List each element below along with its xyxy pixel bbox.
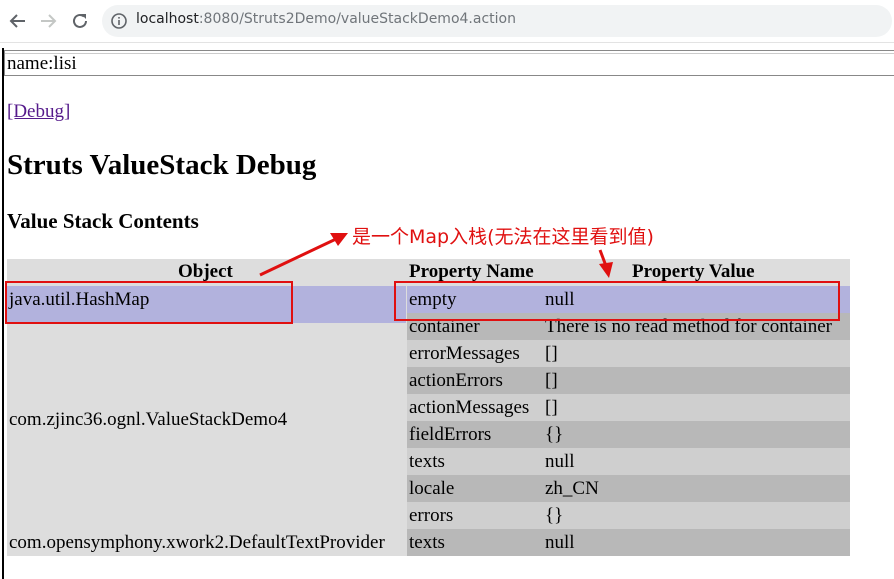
- header-property-name: Property Name: [409, 261, 534, 282]
- url-host: localhost: [136, 11, 199, 27]
- section-title: Value Stack Contents: [7, 209, 199, 233]
- address-bar[interactable]: localhost:8080/Struts2Demo/valueStackDem…: [102, 5, 892, 37]
- reload-icon: [73, 13, 87, 28]
- object-name: com.opensymphony.xwork2.DefaultTextProvi…: [9, 532, 385, 553]
- property-name: locale: [409, 478, 455, 499]
- name-line: name:lisi: [7, 53, 77, 74]
- info-icon[interactable]: [110, 12, 128, 30]
- back-button[interactable]: [6, 9, 30, 33]
- highlight-box-property: [394, 281, 840, 321]
- property-value: []: [545, 370, 558, 391]
- back-arrow-icon: [9, 14, 25, 28]
- property-name: texts: [409, 532, 445, 553]
- property-name: errorMessages: [409, 343, 520, 364]
- frame-border: [2, 48, 4, 579]
- debug-link[interactable]: [Debug]: [7, 101, 70, 123]
- property-value: {}: [545, 424, 564, 445]
- property-value: {}: [545, 505, 564, 526]
- object-name: com.zjinc36.ognl.ValueStackDemo4: [9, 409, 288, 430]
- property-name: fieldErrors: [409, 424, 492, 445]
- property-value: []: [545, 343, 558, 364]
- property-name: actionErrors: [409, 370, 503, 391]
- property-value: null: [545, 532, 575, 553]
- url-text: localhost:8080/Struts2Demo/valueStackDem…: [136, 11, 516, 27]
- table-row: [407, 502, 850, 529]
- property-value: zh_CN: [545, 478, 599, 499]
- browser-toolbar: localhost:8080/Struts2Demo/valueStackDem…: [0, 0, 894, 43]
- arrow-head-left-icon: [330, 233, 348, 246]
- highlight-box-object: [5, 281, 293, 324]
- property-value: []: [545, 397, 558, 418]
- forward-arrow-icon: [41, 14, 57, 28]
- header-object: Object: [178, 261, 233, 282]
- table-row: [407, 448, 850, 475]
- property-value: null: [545, 451, 575, 472]
- name-frame: [4, 50, 894, 76]
- property-name: texts: [409, 451, 445, 472]
- table-row: [407, 529, 850, 556]
- page-title: Struts ValueStack Debug: [7, 149, 317, 181]
- table-row: [407, 475, 850, 502]
- url-path: :8080/Struts2Demo/valueStackDemo4.action: [198, 11, 516, 27]
- property-name: actionMessages: [409, 397, 530, 418]
- header-property-value: Property Value: [632, 261, 755, 282]
- reload-button[interactable]: [68, 9, 92, 33]
- forward-button[interactable]: [36, 9, 60, 33]
- property-name: errors: [409, 505, 454, 526]
- annotation-text: 是一个Map入栈(无法在这里看到值): [352, 226, 654, 248]
